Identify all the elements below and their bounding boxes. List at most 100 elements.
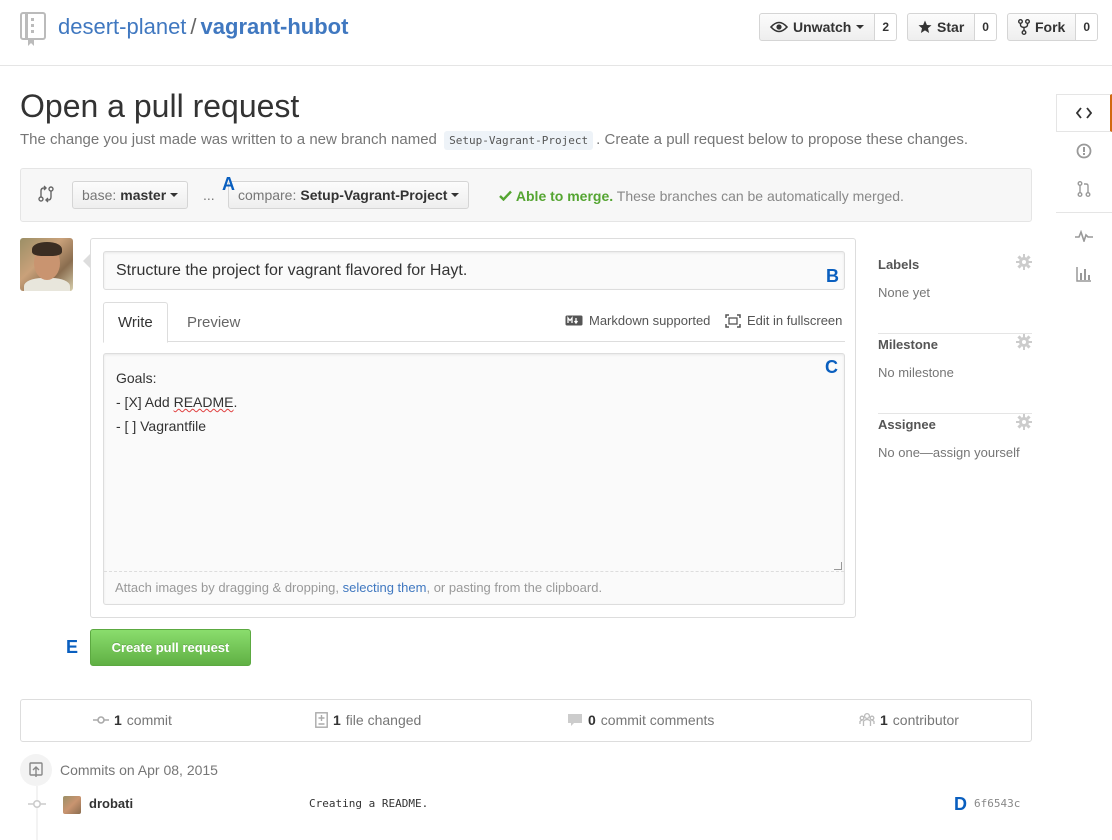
nav-graphs[interactable]	[1056, 255, 1112, 293]
comment-icon	[568, 714, 582, 726]
fork-group: Fork 0	[1006, 13, 1098, 41]
assignee-heading: Assignee	[878, 417, 936, 432]
star-button[interactable]: Star	[907, 13, 976, 41]
compare-prefix: compare:	[238, 187, 297, 203]
gear-icon[interactable]	[1016, 414, 1032, 430]
commit-sha[interactable]: 6f6543c	[974, 797, 1020, 810]
select-files-link[interactable]: selecting them	[343, 580, 427, 595]
summary-contributors[interactable]: 1 contributor	[859, 712, 959, 728]
annotation-marker-d: D	[954, 794, 967, 814]
body-textarea[interactable]: Goals: - [X] Add README. - [ ] Vagrantfi…	[103, 353, 845, 605]
tab-write[interactable]: Write	[103, 302, 168, 343]
repo-owner-link[interactable]: desert-planet	[58, 14, 186, 39]
compare-branch-select[interactable]: compare: Setup-Vagrant-Project	[228, 181, 470, 209]
commit-author[interactable]: drobati	[89, 796, 133, 811]
attach-suffix: , or pasting from the clipboard.	[426, 580, 603, 595]
comments-label: commit comments	[600, 712, 715, 728]
create-pull-request-button[interactable]: Create pull request	[90, 629, 251, 666]
issue-icon	[1076, 143, 1092, 159]
body-line-2-suffix: .	[233, 394, 238, 410]
body-line-1: Goals:	[116, 370, 157, 386]
page-title: Open a pull request	[20, 88, 300, 124]
compare-value: Setup-Vagrant-Project	[300, 187, 448, 203]
pull-request-icon	[1077, 181, 1091, 197]
milestone-heading: Milestone	[878, 337, 938, 352]
attach-hint: Attach images by dragging & dropping, se…	[104, 571, 844, 604]
commit-icon	[28, 800, 46, 809]
gear-icon[interactable]	[1016, 334, 1032, 350]
commits-label: commit	[126, 712, 172, 728]
annotation-marker-e: E	[66, 637, 79, 657]
pulse-icon	[1075, 230, 1093, 242]
annotation-marker-c: C	[825, 357, 838, 377]
forks-count[interactable]: 0	[1076, 13, 1098, 41]
star-icon	[918, 20, 932, 33]
commits-count: 1	[114, 712, 122, 728]
summary-files[interactable]: 1 file changed	[315, 712, 421, 728]
base-prefix: base:	[82, 187, 117, 203]
lead-suffix: . Create a pull request below to propose…	[596, 131, 969, 148]
fullscreen-icon	[725, 313, 741, 328]
compare-arrows-icon	[38, 185, 54, 203]
stars-count[interactable]: 0	[975, 13, 997, 41]
labels-heading: Labels	[878, 257, 920, 272]
fullscreen-link[interactable]: Edit in fullscreen	[725, 313, 842, 328]
tab-preview[interactable]: Preview	[173, 302, 254, 342]
avatar[interactable]	[20, 238, 73, 291]
branch-name: Setup-Vagrant-Project	[444, 131, 594, 150]
discussion-sidebar: Labels None yet Milestone No milestone A…	[878, 254, 1032, 494]
body-line-2-prefix: - [X] Add	[116, 394, 174, 410]
merge-status: Able to merge. These branches can be aut…	[499, 188, 904, 204]
fork-button[interactable]: Fork	[1006, 13, 1077, 41]
commit-message[interactable]: Creating a README.	[309, 797, 428, 810]
summary-comments[interactable]: 0 commit comments	[567, 712, 714, 728]
contributors-label: contributor	[892, 712, 959, 728]
watchers-count[interactable]: 2	[875, 13, 898, 41]
repo-actions: Unwatch 2 Star 0 Fork 0	[759, 13, 1098, 41]
range-editor: base: master ... compare: Setup-Vagrant-…	[20, 168, 1032, 222]
sidebar-labels: Labels None yet	[878, 254, 1032, 334]
annotation-marker-a: A	[222, 174, 235, 194]
base-value: master	[120, 187, 167, 203]
chevron-down-icon	[451, 193, 460, 197]
body-line-2-word: README	[173, 394, 234, 410]
milestone-value: No milestone	[878, 365, 954, 380]
nav-pulse[interactable]	[1056, 217, 1112, 255]
title-input[interactable]	[103, 251, 845, 290]
repo-header: desert-planet / vagrant-hubot Unwatch 2 St…	[0, 0, 1112, 66]
pull-request-form: Write Preview Markdown supported Edit in…	[83, 238, 856, 618]
body-text: Goals: - [X] Add README. - [ ] Vagrantfi…	[116, 366, 237, 438]
repo-nav	[1056, 94, 1112, 293]
git-commit-push-icon	[29, 762, 43, 777]
gear-icon[interactable]	[1016, 254, 1032, 270]
commit-date-heading: Commits on Apr 08, 2015	[60, 762, 218, 778]
commit-author-avatar[interactable]	[63, 796, 81, 814]
watch-group: Unwatch 2	[759, 13, 898, 41]
file-diff-icon	[315, 712, 328, 728]
commit-timeline	[36, 786, 38, 840]
editor-tabs: Write Preview Markdown supported Edit in…	[103, 302, 845, 343]
chevron-down-icon	[856, 25, 865, 29]
repo-title-separator: /	[190, 14, 197, 39]
resize-handle[interactable]	[834, 562, 842, 570]
range-dots: ...	[203, 187, 215, 203]
fullscreen-label: Edit in fullscreen	[747, 313, 843, 328]
repo-book-icon	[20, 12, 46, 46]
nav-pull-requests[interactable]	[1056, 170, 1112, 208]
files-label: file changed	[345, 712, 422, 728]
body-line-3: - [ ] Vagrantfile	[116, 418, 207, 434]
fork-icon	[1017, 19, 1030, 35]
markdown-supported-link[interactable]: Markdown supported	[565, 313, 710, 328]
merge-ok-label: Able to merge.	[515, 188, 614, 204]
unwatch-button[interactable]: Unwatch	[759, 13, 876, 41]
nav-code[interactable]	[1056, 94, 1112, 132]
repo-name-link[interactable]: vagrant-hubot	[201, 14, 349, 39]
summary-commits[interactable]: 1 commit	[93, 712, 172, 728]
nav-issues[interactable]	[1056, 132, 1112, 170]
labels-value: None yet	[878, 285, 931, 300]
avatar-hair	[32, 242, 62, 256]
annotation-marker-b: B	[826, 266, 839, 286]
summary-bar: 1 commit 1 file changed 0 commit comment…	[20, 699, 1032, 742]
base-branch-select[interactable]: base: master	[72, 181, 189, 209]
assignee-value[interactable]: No one—assign yourself	[878, 445, 1020, 460]
